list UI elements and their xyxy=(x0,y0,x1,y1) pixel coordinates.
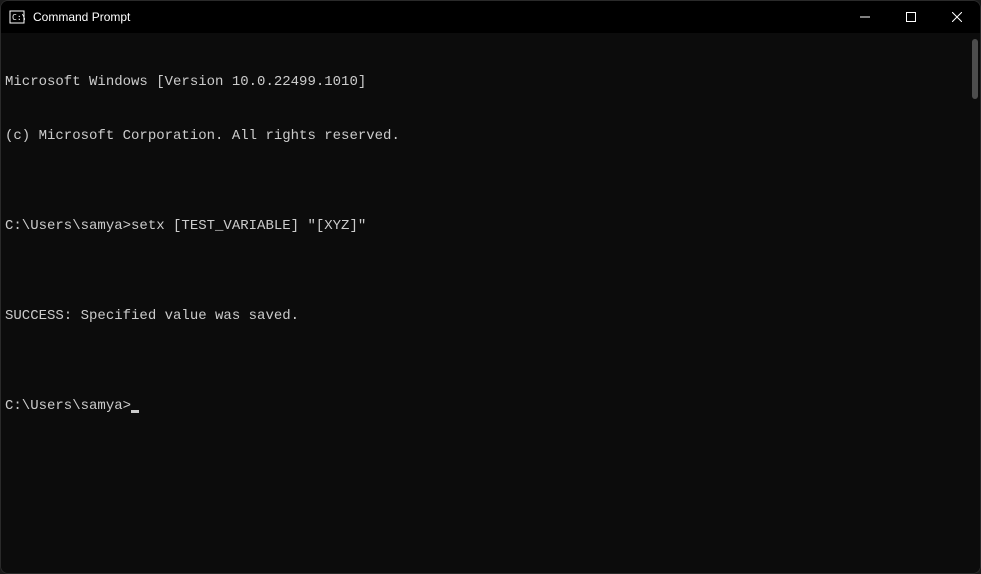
command-prompt-window: C:\ Command Prompt xyxy=(0,0,981,574)
svg-text:C:\: C:\ xyxy=(12,13,25,22)
terminal-line: C:\Users\samya>setx [TEST_VARIABLE] "[XY… xyxy=(5,217,966,235)
scrollbar[interactable] xyxy=(966,37,980,569)
current-prompt-line: C:\Users\samya> xyxy=(5,397,966,415)
cmd-icon: C:\ xyxy=(9,9,25,25)
scrollbar-thumb[interactable] xyxy=(972,39,978,99)
window-controls xyxy=(842,1,980,33)
minimize-button[interactable] xyxy=(842,1,888,33)
terminal-line: SUCCESS: Specified value was saved. xyxy=(5,307,966,325)
cursor xyxy=(131,410,139,413)
terminal-body[interactable]: Microsoft Windows [Version 10.0.22499.10… xyxy=(1,33,980,573)
titlebar-left: C:\ Command Prompt xyxy=(9,9,130,25)
window-title: Command Prompt xyxy=(33,10,130,24)
terminal-line: Microsoft Windows [Version 10.0.22499.10… xyxy=(5,73,966,91)
titlebar[interactable]: C:\ Command Prompt xyxy=(1,1,980,33)
close-button[interactable] xyxy=(934,1,980,33)
maximize-button[interactable] xyxy=(888,1,934,33)
prompt-text: C:\Users\samya> xyxy=(5,397,131,415)
terminal-line: (c) Microsoft Corporation. All rights re… xyxy=(5,127,966,145)
terminal-content[interactable]: Microsoft Windows [Version 10.0.22499.10… xyxy=(5,37,966,569)
